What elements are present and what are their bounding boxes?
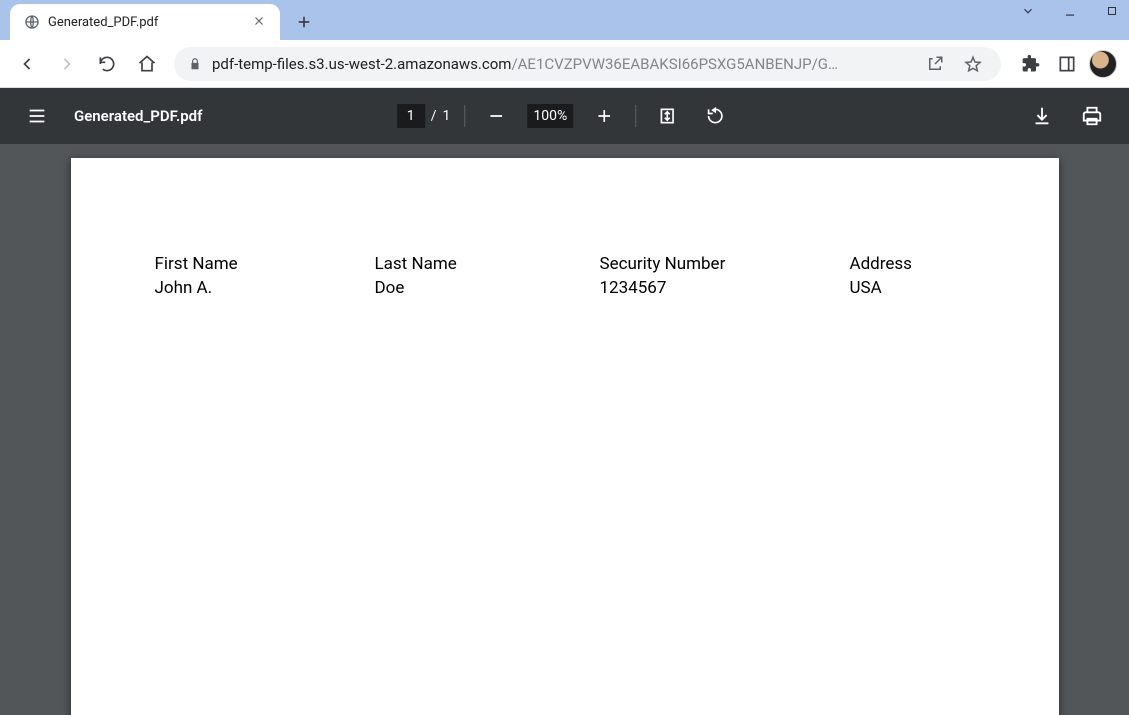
menu-icon[interactable] [20,99,54,133]
header-first-name: First Name [155,254,375,274]
zoom-out-button[interactable] [479,99,513,133]
forward-button[interactable] [50,47,84,81]
fit-to-page-button[interactable] [650,99,684,133]
back-button[interactable] [10,47,44,81]
pdf-toolbar: Generated_PDF.pdf 1 / 1 100% [0,88,1129,144]
total-pages: 1 [443,108,451,124]
url-path: /AE1CVZPVW36EABAKSI66PSXG5ANBENJP/G… [511,55,838,73]
divider [635,105,636,127]
pdf-viewport[interactable]: First Name Last Name Security Number Add… [0,144,1129,715]
header-address: Address [850,254,975,274]
extensions-icon[interactable] [1015,48,1047,80]
window-controls [1021,0,1119,18]
browser-tab-strip: Generated_PDF.pdf [0,0,1129,40]
pdf-controls-right [1025,99,1109,133]
lock-icon [188,57,202,71]
cell-last-name: Doe [375,278,600,298]
address-bar[interactable]: pdf-temp-files.s3.us-west-2.amazonaws.co… [174,47,1001,81]
rotate-button[interactable] [698,99,732,133]
browser-tab[interactable]: Generated_PDF.pdf [10,4,280,40]
bookmark-icon[interactable] [959,50,987,78]
header-security-number: Security Number [600,254,850,274]
table-header-row: First Name Last Name Security Number Add… [155,254,975,274]
cell-security-number: 1234567 [600,278,850,298]
zoom-level[interactable]: 100% [527,104,573,128]
zoom-in-button[interactable] [587,99,621,133]
pdf-controls-center: 1 / 1 100% [397,99,733,133]
maximize-icon[interactable] [1105,4,1119,18]
close-icon[interactable] [252,14,268,30]
avatar [1089,50,1117,78]
share-icon[interactable] [921,50,949,78]
cell-first-name: John A. [155,278,375,298]
header-last-name: Last Name [375,254,600,274]
download-button[interactable] [1025,99,1059,133]
extension-icons [1015,48,1119,80]
home-button[interactable] [130,47,164,81]
url-text: pdf-temp-files.s3.us-west-2.amazonaws.co… [212,55,911,73]
browser-nav-bar: pdf-temp-files.s3.us-west-2.amazonaws.co… [0,40,1129,88]
side-panel-icon[interactable] [1051,48,1083,80]
url-domain: pdf-temp-files.s3.us-west-2.amazonaws.co… [212,55,511,73]
current-page-input[interactable]: 1 [397,104,425,128]
cell-address: USA [850,278,975,298]
chevron-down-icon[interactable] [1021,4,1035,18]
print-button[interactable] [1075,99,1109,133]
reload-button[interactable] [90,47,124,81]
page-indicator: 1 / 1 [397,104,451,128]
tab-title: Generated_PDF.pdf [48,15,244,30]
profile-avatar[interactable] [1087,48,1119,80]
globe-icon [24,14,40,30]
pdf-filename: Generated_PDF.pdf [74,107,202,125]
minimize-icon[interactable] [1063,4,1077,18]
table-row: John A. Doe 1234567 USA [155,278,975,298]
page-separator: / [431,108,437,124]
pdf-page: First Name Last Name Security Number Add… [71,158,1059,715]
new-tab-button[interactable] [290,8,318,36]
divider [464,105,465,127]
